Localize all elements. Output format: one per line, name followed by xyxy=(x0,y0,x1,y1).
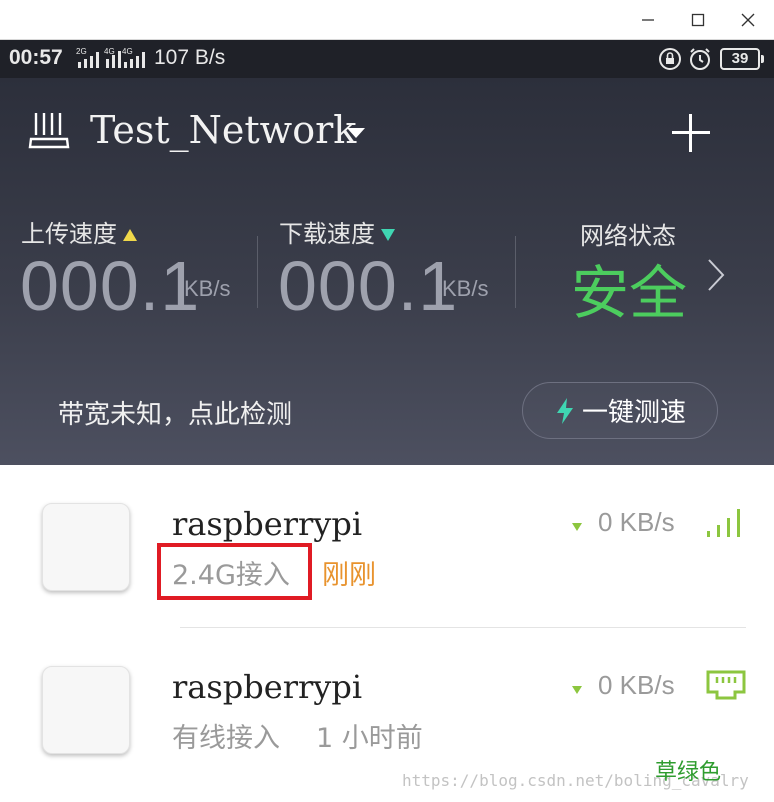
device-name: raspberrypi xyxy=(172,505,363,543)
lock-rotation-icon xyxy=(659,48,681,70)
speed-test-label: 一键测速 xyxy=(581,398,686,428)
signal-2g-icon: 2G xyxy=(76,47,99,68)
maximize-button[interactable] xyxy=(686,8,710,32)
download-label: 下载速度 xyxy=(279,220,375,248)
add-button[interactable] xyxy=(672,114,710,152)
minimize-button[interactable] xyxy=(636,8,660,32)
signal-4g-icon: 4G xyxy=(104,47,121,68)
chevron-down-icon[interactable] xyxy=(347,128,365,138)
android-status-bar: 00:57 2G 4G 4G 107 B/s 39 xyxy=(0,40,774,78)
device-avatar xyxy=(42,666,130,754)
download-arrow-icon xyxy=(381,229,395,241)
network-status-value[interactable]: 安全 xyxy=(571,246,687,330)
divider xyxy=(515,236,516,308)
speed-test-button[interactable]: 一键测速 xyxy=(522,382,718,439)
close-icon xyxy=(741,13,755,27)
router-icon xyxy=(28,113,70,149)
watermark-overlay-text: 草绿色 xyxy=(655,760,722,785)
ethernet-icon xyxy=(706,670,746,700)
minimize-icon xyxy=(642,19,654,21)
annotation-highlight-box xyxy=(157,543,312,600)
device-speed: 0 KB/s xyxy=(598,507,675,537)
close-button[interactable] xyxy=(736,8,760,32)
signal-2g-badge: 2G xyxy=(76,47,87,56)
upload-stat-label: 上传速度 xyxy=(21,214,137,249)
device-avatar xyxy=(42,503,130,591)
device-name: raspberrypi xyxy=(172,668,363,706)
network-summary-panel: Test_Network 上传速度 000.1 KB/s 下载速度 000.1 … xyxy=(0,78,774,465)
window-titlebar xyxy=(0,0,774,40)
device-last-seen: 刚刚 xyxy=(322,560,376,591)
download-unit: KB/s xyxy=(442,276,489,301)
battery-indicator: 39 xyxy=(720,48,764,70)
download-arrow-icon xyxy=(572,523,582,531)
battery-level: 39 xyxy=(731,50,749,67)
alarm-icon xyxy=(690,48,710,70)
status-net-speed: 107 B/s xyxy=(154,46,226,69)
signal-4g-icon: 4G xyxy=(122,47,145,68)
chevron-right-icon[interactable] xyxy=(706,258,726,292)
network-name[interactable]: Test_Network xyxy=(90,108,356,152)
download-arrow-icon xyxy=(572,686,582,694)
wifi-signal-icon xyxy=(707,509,740,537)
upload-label: 上传速度 xyxy=(21,220,117,248)
device-item[interactable]: raspberrypi 2.4G接入 刚刚 0 KB/s xyxy=(0,465,774,625)
signal-4g-badge-2: 4G xyxy=(122,47,133,56)
upload-unit: KB/s xyxy=(184,276,231,301)
download-value: 000.1 xyxy=(278,247,459,325)
status-time: 00:57 xyxy=(9,46,63,69)
signal-4g-badge-1: 4G xyxy=(104,47,115,56)
lightning-icon xyxy=(556,397,573,424)
download-stat-label: 下载速度 xyxy=(279,214,395,249)
device-speed: 0 KB/s xyxy=(598,670,675,700)
maximize-icon xyxy=(691,13,705,27)
bandwidth-check-link[interactable]: 带宽未知，点此检测 xyxy=(58,394,292,431)
device-connection-type: 有线接入 xyxy=(172,723,280,754)
upload-arrow-icon xyxy=(123,229,137,241)
divider xyxy=(257,236,258,308)
upload-value: 000.1 xyxy=(20,247,201,325)
device-last-seen: 1 小时前 xyxy=(316,723,423,754)
